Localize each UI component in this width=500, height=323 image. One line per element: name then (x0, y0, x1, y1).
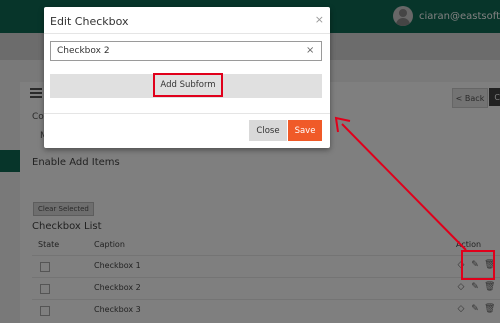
add-subform-button[interactable]: Add Subform (153, 73, 223, 97)
divider (44, 33, 330, 34)
dialog-title: Edit Checkbox (50, 15, 129, 28)
clear-input-icon[interactable]: × (306, 45, 314, 56)
close-icon[interactable]: × (315, 13, 324, 26)
divider (44, 113, 330, 114)
caption-input[interactable] (50, 41, 322, 61)
close-button[interactable]: Close (249, 120, 287, 141)
edit-checkbox-dialog: Edit Checkbox × × Add Subform Close Save (44, 7, 330, 148)
save-button[interactable]: Save (288, 120, 322, 141)
